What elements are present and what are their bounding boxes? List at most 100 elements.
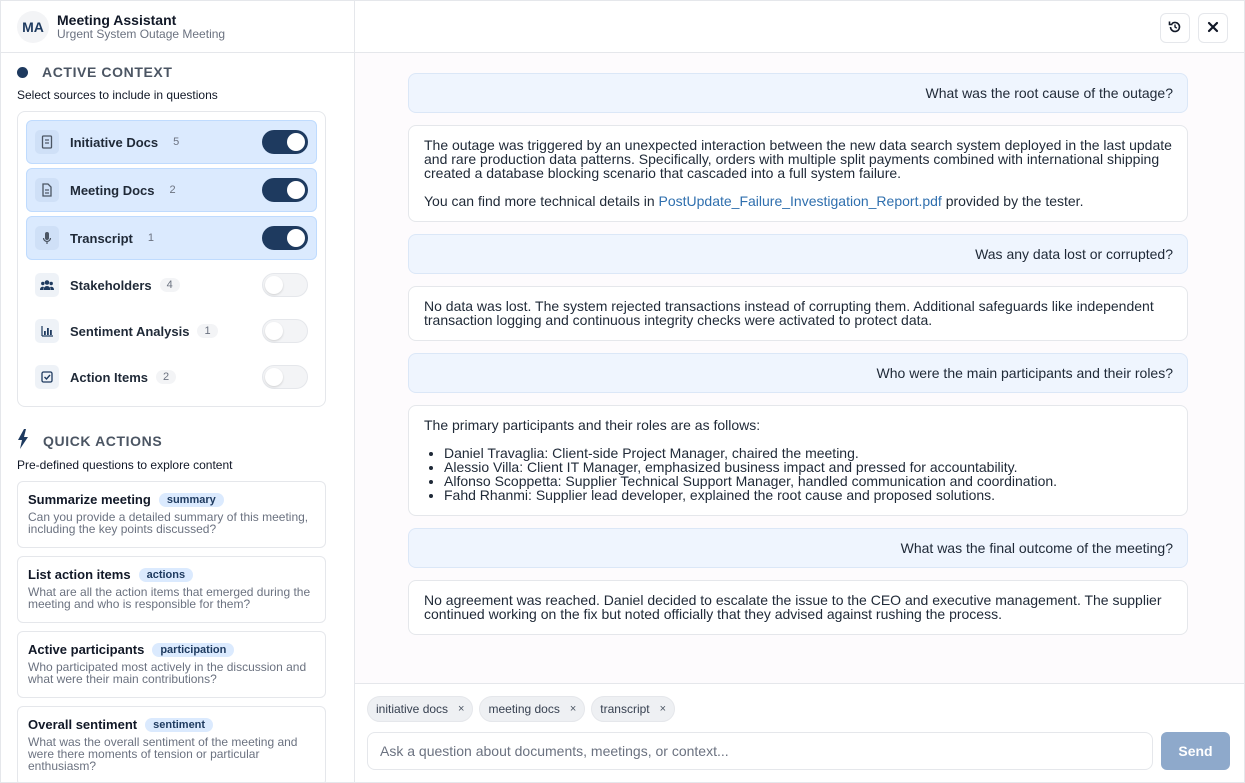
history-icon (1168, 20, 1182, 37)
source-count: 2 (156, 370, 177, 384)
user-question: Was any data lost or corrupted? (408, 234, 1188, 274)
assistant-answer: The primary participants and their roles… (408, 405, 1188, 516)
chat-header (355, 1, 1244, 53)
user-question: What was the final outcome of the meetin… (408, 528, 1188, 568)
source-label: Initiative Docs (70, 134, 159, 150)
source-count: 4 (159, 278, 180, 292)
list-item: Fahd Rhanmi: Supplier lead developer, ex… (444, 488, 1172, 502)
toggle-knob (265, 368, 283, 386)
toggle-knob (265, 322, 283, 340)
quick-action-tag: summary (158, 492, 224, 507)
quick-action-label: Overall sentiment (28, 717, 138, 732)
source-initiative-docs[interactable]: Initiative Docs 5 (26, 120, 317, 164)
active-context-description: Select sources to include in questions (17, 88, 218, 102)
app-logo: MA (17, 10, 49, 43)
answer-paragraph: No data was lost. The system rejected tr… (424, 298, 1154, 328)
meeting-docs-toggle[interactable] (262, 178, 308, 202)
source-label: Stakeholders (70, 277, 152, 293)
answer-paragraph: You can find more technical details in P… (424, 194, 1172, 208)
action-items-toggle[interactable] (262, 365, 308, 389)
source-transcript[interactable]: Transcript 1 (26, 216, 317, 260)
answer-text: provided by the tester. (941, 193, 1084, 209)
quick-actions-list: Summarize meeting summary Can you provid… (17, 481, 326, 782)
remove-chip-icon[interactable]: × (660, 703, 666, 715)
users-icon (35, 273, 59, 297)
report-link[interactable]: PostUpdate_Failure_Investigation_Report.… (659, 193, 942, 209)
source-count: 1 (197, 324, 218, 338)
quick-action-text: Can you provide a detailed summary of th… (28, 510, 309, 536)
quick-action-overall-sentiment[interactable]: Overall sentiment sentiment What was the… (17, 706, 326, 782)
quick-action-text: Who participated most actively in the di… (28, 660, 307, 686)
close-button[interactable] (1198, 13, 1228, 43)
remove-chip-icon[interactable]: × (570, 703, 576, 715)
answer-paragraph: The primary participants and their roles… (424, 417, 761, 433)
quick-action-text: What was the overall sentiment of the me… (28, 735, 298, 773)
sentiment-analysis-toggle[interactable] (262, 319, 308, 343)
context-chip: meeting docs × (479, 696, 586, 722)
source-action-items[interactable]: Action Items 2 (26, 356, 317, 398)
active-context-heading: ACTIVE CONTEXT (17, 64, 173, 80)
stakeholders-toggle[interactable] (262, 273, 308, 297)
toggle-knob (287, 133, 305, 151)
initiative-docs-toggle[interactable] (262, 130, 308, 154)
assistant-answer: The outage was triggered by an unexpecte… (408, 125, 1188, 222)
quick-actions-description: Pre-defined questions to explore content (17, 458, 233, 472)
list-item: Alfonso Scoppetta: Supplier Technical Su… (444, 474, 1172, 488)
source-label: Action Items (70, 369, 149, 385)
quick-action-label: List action items (28, 567, 131, 582)
answer-paragraph: The outage was triggered by an unexpecte… (424, 137, 1172, 181)
sidebar: MA Meeting Assistant Urgent System Outag… (1, 1, 355, 782)
context-chip: initiative docs × (367, 696, 474, 722)
source-count: 2 (169, 184, 176, 196)
toggle-knob (287, 181, 305, 199)
bar-chart-icon (35, 319, 59, 343)
assistant-answer: No agreement was reached. Daniel decided… (408, 580, 1188, 635)
quick-actions-title: QUICK ACTIONS (43, 432, 163, 449)
quick-action-tag: sentiment (145, 717, 214, 732)
quick-action-label: Summarize meeting (28, 492, 151, 507)
source-sentiment-analysis[interactable]: Sentiment Analysis 1 (26, 310, 317, 352)
quick-action-active-participants[interactable]: Active participants participation Who pa… (17, 631, 326, 698)
send-button[interactable]: Send (1161, 732, 1230, 770)
remove-chip-icon[interactable]: × (458, 703, 464, 715)
quick-action-list-action-items[interactable]: List action items actions What are all t… (17, 556, 326, 623)
source-meeting-docs[interactable]: Meeting Docs 2 (26, 168, 317, 212)
close-icon (1207, 21, 1219, 36)
sidebar-header: MA Meeting Assistant Urgent System Outag… (1, 1, 354, 53)
context-chips: initiative docs × meeting docs × transcr… (367, 696, 681, 722)
source-label: Meeting Docs (70, 182, 155, 198)
checkbox-icon (35, 365, 59, 389)
quick-action-text: What are all the action items that emerg… (28, 585, 311, 611)
quick-action-summarize[interactable]: Summarize meeting summary Can you provid… (17, 481, 326, 548)
source-label: Transcript (70, 230, 133, 246)
answer-paragraph: No agreement was reached. Daniel decided… (424, 592, 1162, 622)
source-label: Sentiment Analysis (70, 323, 190, 339)
document-icon (35, 130, 59, 154)
app-window: MA Meeting Assistant Urgent System Outag… (0, 0, 1245, 783)
quick-action-tag: actions (138, 567, 194, 582)
chip-label: meeting docs (488, 702, 560, 716)
context-dot-icon (17, 66, 28, 78)
chip-label: initiative docs (376, 702, 449, 716)
microphone-icon (35, 226, 59, 250)
transcript-toggle[interactable] (262, 226, 308, 250)
toggle-knob (287, 229, 305, 247)
user-question: What was the root cause of the outage? (408, 73, 1188, 113)
meeting-subtitle: Urgent System Outage Meeting (57, 26, 226, 41)
quick-action-label: Active participants (28, 642, 145, 657)
composer: initiative docs × meeting docs × transcr… (355, 683, 1244, 782)
chat-messages: What was the root cause of the outage? T… (408, 73, 1188, 647)
chip-label: transcript (600, 702, 650, 716)
source-stakeholders[interactable]: Stakeholders 4 (26, 264, 317, 306)
chat-panel: What was the root cause of the outage? T… (355, 1, 1244, 782)
question-input[interactable] (367, 732, 1153, 770)
assistant-answer: No data was lost. The system rejected tr… (408, 286, 1188, 341)
lightning-icon (17, 429, 31, 452)
history-button[interactable] (1160, 13, 1190, 43)
file-text-icon (35, 178, 59, 202)
source-count: 1 (147, 232, 154, 244)
active-context-title: ACTIVE CONTEXT (42, 64, 173, 80)
quick-action-tag: participation (152, 642, 235, 657)
context-chip: transcript × (591, 696, 676, 722)
source-count: 5 (173, 136, 180, 148)
